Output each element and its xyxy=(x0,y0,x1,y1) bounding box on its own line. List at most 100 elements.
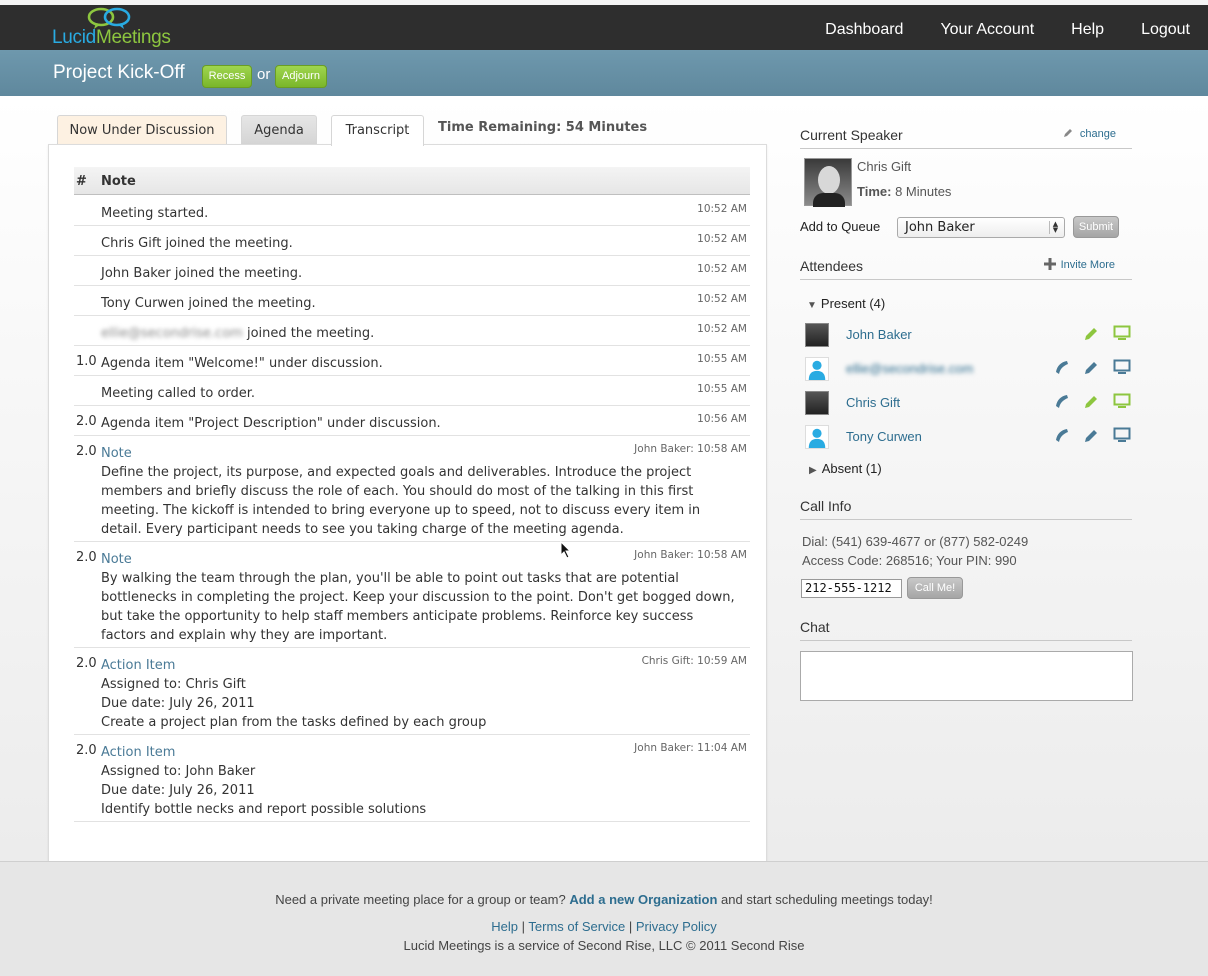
nav-help[interactable]: Help xyxy=(1071,5,1104,50)
row-number: 2.0 xyxy=(76,743,97,758)
footer-help-link[interactable]: Help xyxy=(491,919,518,934)
pencil-icon[interactable] xyxy=(1083,427,1100,444)
row-number: 2.0 xyxy=(76,550,97,565)
transcript-row-action-item: 2.0 Action Item Assigned to: John Baker … xyxy=(74,735,750,822)
present-label: Present (4) xyxy=(820,296,886,311)
add-to-queue-label: Add to Queue xyxy=(800,219,881,234)
pencil-icon[interactable] xyxy=(1083,393,1100,410)
monitor-icon[interactable] xyxy=(1113,325,1131,342)
action-item-link[interactable]: Action Item xyxy=(101,658,175,673)
present-group-toggle[interactable]: ▼ Present (4) xyxy=(807,296,885,311)
attendees-title: Attendees xyxy=(800,258,864,274)
call-info-title: Call Info xyxy=(800,498,852,514)
tab-transcript[interactable]: Transcript xyxy=(331,115,424,146)
speaker-time-value: 8 Minutes xyxy=(895,184,952,199)
plus-icon xyxy=(1043,258,1056,270)
phone-icon[interactable] xyxy=(1054,427,1071,444)
recess-button[interactable]: Recess xyxy=(202,65,252,88)
row-timestamp: 10:52 AM xyxy=(697,203,747,215)
row-number: 2.0 xyxy=(76,656,97,671)
transcript-row: Chris Gift joined the meeting. 10:52 AM xyxy=(74,226,750,256)
action-text: Identify bottle necks and report possibl… xyxy=(101,802,427,817)
attendee-name[interactable]: Tony Curwen xyxy=(846,429,922,444)
change-speaker-link[interactable]: change xyxy=(1062,127,1116,140)
footer: Need a private meeting place for a group… xyxy=(0,861,1208,976)
monitor-icon[interactable] xyxy=(1113,393,1131,410)
phone-number-input[interactable]: 212-555-1212 xyxy=(801,579,902,598)
row-number: 2.0 xyxy=(76,444,97,459)
queue-select[interactable]: John Baker ▲ ▼ xyxy=(897,217,1065,238)
time-remaining: Time Remaining: 54 Minutes xyxy=(438,120,648,135)
adjourn-button[interactable]: Adjourn xyxy=(275,65,327,88)
row-timestamp: 10:52 AM xyxy=(697,323,747,335)
note-text: Define the project, its purpose, and exp… xyxy=(101,465,701,537)
tab-now-under-discussion[interactable]: Now Under Discussion xyxy=(57,115,227,145)
pencil-icon[interactable] xyxy=(1083,325,1100,342)
note-link[interactable]: Note xyxy=(101,446,132,461)
nav-dashboard[interactable]: Dashboard xyxy=(825,5,903,50)
transcript-row-action-item: 2.0 Action Item Assigned to: Chris Gift … xyxy=(74,648,750,735)
row-content: Note By walking the team through the pla… xyxy=(101,550,741,645)
row-number: 2.0 xyxy=(76,414,97,429)
row-text: Chris Gift joined the meeting. xyxy=(101,236,293,251)
row-timestamp: Chris Gift: 10:59 AM xyxy=(641,655,747,667)
absent-group-toggle[interactable]: ▶ Absent (1) xyxy=(809,461,882,476)
row-timestamp: 10:52 AM xyxy=(697,263,747,275)
chat-input[interactable] xyxy=(800,651,1133,701)
footer-promo-post: and start scheduling meetings today! xyxy=(721,892,933,907)
row-text: Tony Curwen joined the meeting. xyxy=(101,296,316,311)
monitor-icon[interactable] xyxy=(1113,359,1131,376)
column-header-number: # xyxy=(76,174,87,189)
row-timestamp: 10:55 AM xyxy=(697,383,747,395)
tab-agenda[interactable]: Agenda xyxy=(241,115,317,145)
nav-logout[interactable]: Logout xyxy=(1141,5,1190,50)
action-assigned: Assigned to: Chris Gift xyxy=(101,677,246,692)
invite-more-link[interactable]: Invite More xyxy=(1043,258,1115,271)
row-timestamp: 10:55 AM xyxy=(697,353,747,365)
action-item-link[interactable]: Action Item xyxy=(101,745,175,760)
attendee-row: John Baker xyxy=(800,320,1132,350)
row-content: Note Define the project, its purpose, an… xyxy=(101,444,741,539)
action-due: Due date: July 26, 2011 xyxy=(101,783,255,798)
meeting-title-bar: Project Kick-Off Recess or Adjourn xyxy=(0,50,1208,96)
row-timestamp: John Baker: 10:58 AM xyxy=(634,443,747,455)
row-timestamp: John Baker: 10:58 AM xyxy=(634,549,747,561)
attendee-row: Tony Curwen xyxy=(800,422,1132,452)
row-text: Meeting called to order. xyxy=(101,386,256,401)
speaker-name: Chris Gift xyxy=(857,159,912,174)
row-number: 1.0 xyxy=(76,354,97,369)
mouse-cursor-icon xyxy=(560,541,572,559)
submit-button[interactable]: Submit xyxy=(1073,216,1119,238)
speaker-avatar xyxy=(804,158,852,207)
monitor-icon[interactable] xyxy=(1113,427,1131,444)
footer-privacy-link[interactable]: Privacy Policy xyxy=(636,919,717,934)
note-text: By walking the team through the plan, yo… xyxy=(101,571,735,643)
attendee-avatar xyxy=(805,391,829,415)
note-link[interactable]: Note xyxy=(101,552,132,567)
top-nav: Dashboard Your Account Help Logout xyxy=(788,5,1190,50)
call-me-button[interactable]: Call Me! xyxy=(907,577,963,599)
invite-more-label: Invite More xyxy=(1060,259,1115,271)
row-text: ellie@secondrise.com joined the meeting. xyxy=(101,324,741,343)
footer-terms-link[interactable]: Terms of Service xyxy=(528,919,625,934)
attendee-name[interactable]: John Baker xyxy=(846,327,912,342)
add-organization-link[interactable]: Add a new Organization xyxy=(569,892,717,907)
phone-icon[interactable] xyxy=(1054,393,1071,410)
logo[interactable]: LucidMeetings xyxy=(52,7,192,49)
transcript-row: Meeting started. 10:52 AM xyxy=(74,196,750,226)
phone-icon[interactable] xyxy=(1054,359,1071,376)
sidebar: Current Speaker change Chris Gift Time: … xyxy=(800,96,1133,736)
attendee-name[interactable]: Chris Gift xyxy=(846,395,900,410)
transcript-row: John Baker joined the meeting. 10:52 AM xyxy=(74,256,750,286)
action-due: Due date: July 26, 2011 xyxy=(101,696,255,711)
transcript-row: 2.0 Agenda item "Project Description" un… xyxy=(74,406,750,436)
row-content: Action Item Assigned to: John Baker Due … xyxy=(101,743,741,819)
triangle-right-icon: ▶ xyxy=(809,465,817,476)
chat-heading: Chat xyxy=(800,617,1132,641)
attendee-avatar xyxy=(805,323,829,347)
absent-label: Absent (1) xyxy=(821,461,882,476)
nav-your-account[interactable]: Your Account xyxy=(940,5,1034,50)
pencil-icon[interactable] xyxy=(1083,359,1100,376)
transcript-row-note: 2.0 Note Define the project, its purpose… xyxy=(74,436,750,542)
attendee-name-redacted[interactable]: ellie@secondrise.com xyxy=(846,361,973,376)
